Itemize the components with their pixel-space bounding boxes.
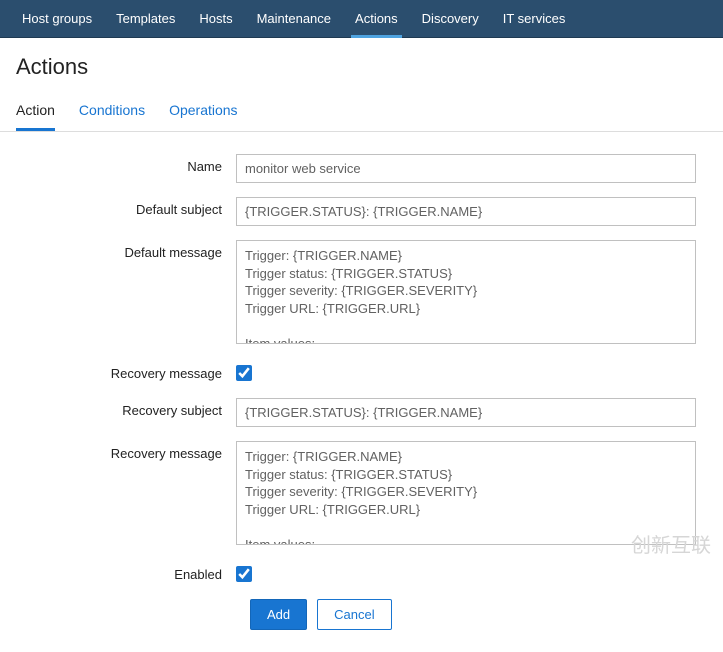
recovery-message-check-label: Recovery message	[16, 361, 236, 381]
default-message-label: Default message	[16, 240, 236, 260]
name-input[interactable]	[236, 154, 696, 183]
recovery-message-textarea[interactable]	[236, 441, 696, 545]
nav-templates[interactable]: Templates	[104, 0, 187, 38]
tab-operations[interactable]: Operations	[169, 92, 237, 131]
tab-conditions[interactable]: Conditions	[79, 92, 145, 131]
nav-discovery[interactable]: Discovery	[410, 0, 491, 38]
nav-maintenance[interactable]: Maintenance	[245, 0, 343, 38]
top-navigation: Host groups Templates Hosts Maintenance …	[0, 0, 723, 38]
nav-hosts[interactable]: Hosts	[187, 0, 244, 38]
action-form: Name Default subject Default message Rec…	[0, 132, 723, 652]
recovery-subject-input[interactable]	[236, 398, 696, 427]
page-title: Actions	[0, 38, 723, 92]
enabled-checkbox[interactable]	[236, 566, 252, 582]
default-message-textarea[interactable]	[236, 240, 696, 344]
recovery-message-checkbox[interactable]	[236, 365, 252, 381]
default-subject-input[interactable]	[236, 197, 696, 226]
recovery-message-label: Recovery message	[16, 441, 236, 461]
tab-bar: Action Conditions Operations	[0, 92, 723, 132]
nav-actions[interactable]: Actions	[343, 0, 410, 38]
enabled-label: Enabled	[16, 562, 236, 582]
default-subject-label: Default subject	[16, 197, 236, 217]
nav-host-groups[interactable]: Host groups	[10, 0, 104, 38]
add-button[interactable]: Add	[250, 599, 307, 630]
recovery-subject-label: Recovery subject	[16, 398, 236, 418]
tab-action[interactable]: Action	[16, 92, 55, 131]
nav-it-services[interactable]: IT services	[491, 0, 578, 38]
cancel-button[interactable]: Cancel	[317, 599, 391, 630]
name-label: Name	[16, 154, 236, 174]
